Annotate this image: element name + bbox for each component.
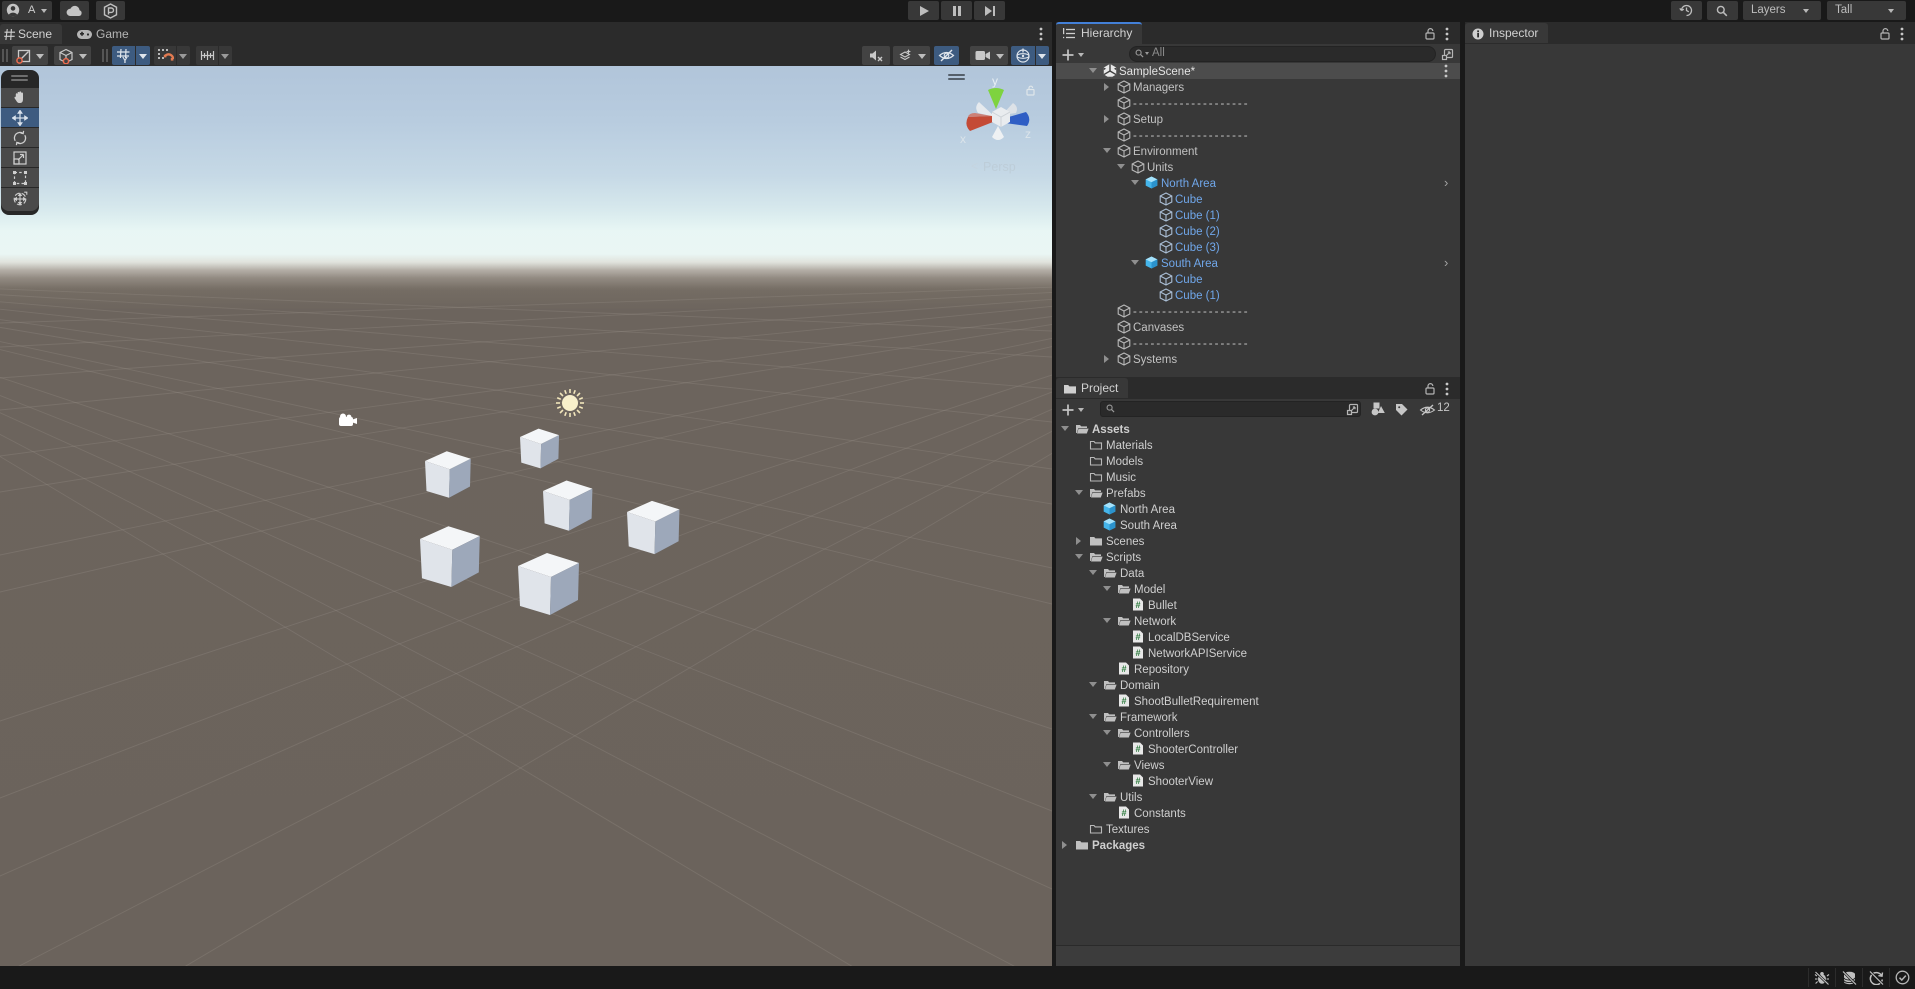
svg-text:#: # [1135, 776, 1140, 786]
svg-text:#: # [1135, 600, 1140, 610]
svg-text:Y: Y [122, 55, 128, 64]
svg-text:#: # [1135, 648, 1140, 658]
svg-text:y: y [992, 74, 998, 88]
svg-text:#: # [1135, 632, 1140, 642]
svg-text:x: x [960, 132, 966, 146]
svg-text:#: # [1121, 696, 1126, 706]
svg-text:#: # [1121, 664, 1126, 674]
svg-text:#: # [1135, 744, 1140, 754]
svg-text:z: z [1025, 127, 1031, 141]
svg-text:#: # [1121, 808, 1126, 818]
